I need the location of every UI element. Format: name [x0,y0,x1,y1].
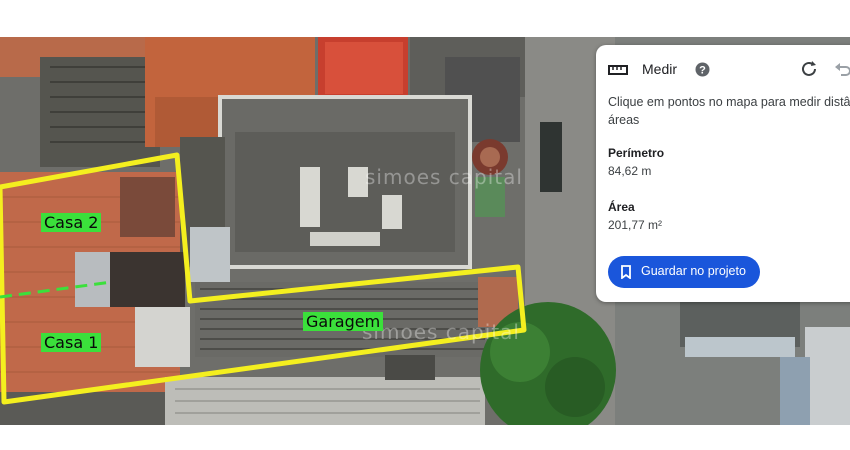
undo-icon[interactable] [834,60,850,78]
label-casa-2: Casa 2 [41,213,102,232]
label-casa-1: Casa 1 [41,333,102,352]
ruler-icon [608,65,628,75]
measure-hint: Clique em pontos no mapa para medir dist… [608,95,850,127]
save-to-project-button[interactable]: Guardar no projeto [608,256,760,288]
panel-title: Medir [642,61,678,77]
measure-panel: Medir ? Clique em pontos no mapa para me… [596,45,850,302]
watermark-bottom: simoes capital [362,320,520,344]
refresh-icon[interactable] [800,60,818,78]
watermark-top: simoes capital [365,165,523,189]
label-garagem: Garagem [303,312,384,331]
area-value: 201,77 m² [608,218,663,232]
svg-text:?: ? [699,65,706,77]
area-label: Área [608,200,635,214]
bookmark-icon [621,265,631,279]
perimeter-value: 84,62 m [608,164,652,178]
help-icon[interactable]: ? [695,62,710,77]
save-button-label: Guardar no projeto [641,264,746,278]
perimeter-label: Perímetro [608,146,665,160]
